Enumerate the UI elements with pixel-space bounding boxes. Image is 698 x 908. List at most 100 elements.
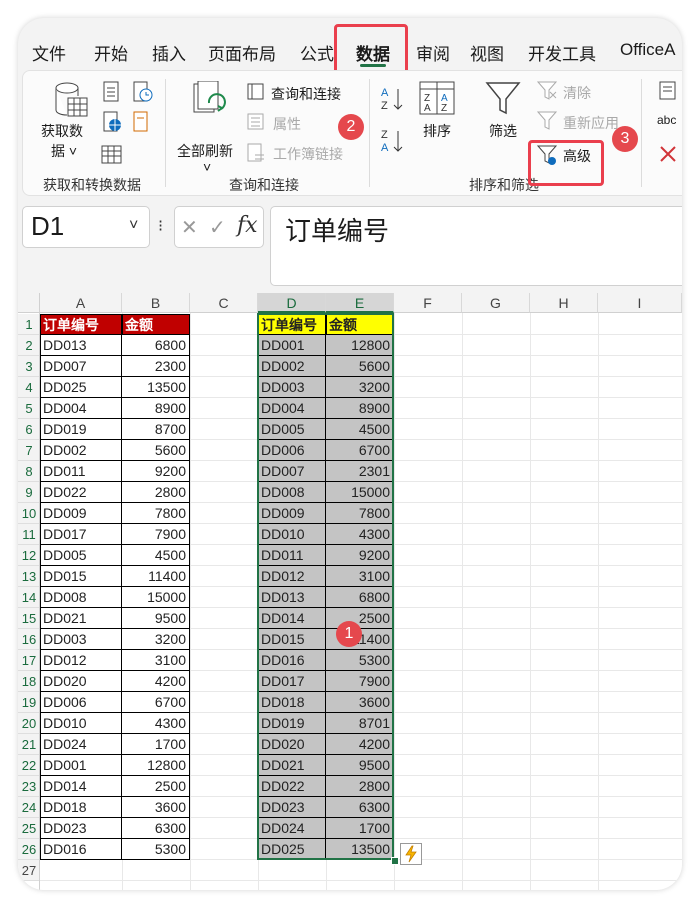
column-header-G[interactable]: G bbox=[462, 293, 530, 313]
row-header-9[interactable]: 9 bbox=[18, 482, 40, 503]
refresh-all-icon[interactable] bbox=[191, 80, 227, 126]
row-header-25[interactable]: 25 bbox=[18, 818, 40, 839]
left-table-amount-cell[interactable]: 3100 bbox=[122, 650, 190, 671]
row-header-13[interactable]: 13 bbox=[18, 566, 40, 587]
tab-1[interactable]: 开始 bbox=[94, 40, 128, 65]
row-header-15[interactable]: 15 bbox=[18, 608, 40, 629]
left-table-amount-cell[interactable]: 9500 bbox=[122, 608, 190, 629]
left-table-amount-cell[interactable]: 15000 bbox=[122, 587, 190, 608]
row-header-7[interactable]: 7 bbox=[18, 440, 40, 461]
row-header-23[interactable]: 23 bbox=[18, 776, 40, 797]
sort-button[interactable]: 排序 bbox=[423, 121, 451, 141]
row-header-19[interactable]: 19 bbox=[18, 692, 40, 713]
refresh-all-label[interactable]: 全部刷新 bbox=[177, 141, 233, 161]
insert-function-icon[interactable]: fx bbox=[237, 213, 258, 238]
worksheet-grid[interactable]: A B C D E F G H I 1 2 3 4 5 6 7 8 9 10 11 12 13 14 15 16 17 18 19 20… bbox=[18, 293, 682, 890]
tab-3[interactable]: 页面布局 bbox=[208, 40, 276, 65]
left-table-amount-cell[interactable]: 4200 bbox=[122, 671, 190, 692]
left-table-amount-cell[interactable]: 5300 bbox=[122, 839, 190, 860]
left-table-order-id-cell[interactable]: DD004 bbox=[40, 398, 122, 419]
left-table-amount-cell[interactable]: 4300 bbox=[122, 713, 190, 734]
queries-connections-icon[interactable] bbox=[247, 83, 265, 106]
left-table-amount-cell[interactable]: 5600 bbox=[122, 440, 190, 461]
cancel-icon[interactable]: ✕ bbox=[181, 215, 198, 240]
left-table-order-id-cell[interactable]: DD022 bbox=[40, 482, 122, 503]
left-table-amount-cell[interactable]: 11400 bbox=[122, 566, 190, 587]
row-header-20[interactable]: 20 bbox=[18, 713, 40, 734]
left-table-order-id-cell[interactable]: DD024 bbox=[40, 734, 122, 755]
left-table-amount-cell[interactable]: 2300 bbox=[122, 356, 190, 377]
left-table-amount-cell[interactable]: 9200 bbox=[122, 461, 190, 482]
column-header-C[interactable]: C bbox=[190, 293, 258, 313]
column-header-I[interactable]: I bbox=[598, 293, 682, 313]
left-table-order-id-cell[interactable]: DD013 bbox=[40, 335, 122, 356]
queries-connections-button[interactable]: 查询和连接 bbox=[271, 84, 341, 104]
properties-button[interactable]: 属性 bbox=[273, 114, 301, 134]
tab-0[interactable]: 文件 bbox=[32, 40, 66, 65]
row-header-12[interactable]: 12 bbox=[18, 545, 40, 566]
tab-7[interactable]: 视图 bbox=[470, 40, 504, 65]
left-table-amount-cell[interactable]: 1700 bbox=[122, 734, 190, 755]
name-box[interactable]: D1 ˅ bbox=[22, 206, 150, 248]
left-table-order-id-cell[interactable]: DD011 bbox=[40, 461, 122, 482]
text-to-columns-partial[interactable]: abc bbox=[657, 113, 676, 127]
row-header-27[interactable]: 27 bbox=[18, 860, 40, 881]
name-box-dropdown-icon[interactable]: ˅ bbox=[129, 217, 138, 235]
left-table-order-id-cell[interactable]: DD002 bbox=[40, 440, 122, 461]
left-table-amount-cell[interactable]: 2800 bbox=[122, 482, 190, 503]
left-table-order-id-cell[interactable]: DD005 bbox=[40, 545, 122, 566]
sort-az-icon[interactable]: AZ bbox=[381, 85, 405, 118]
formula-text[interactable]: 订单编号 bbox=[285, 211, 389, 248]
left-table-order-id-cell[interactable]: DD008 bbox=[40, 587, 122, 608]
row-header-14[interactable]: 14 bbox=[18, 587, 40, 608]
left-table-order-id-cell[interactable]: DD006 bbox=[40, 692, 122, 713]
left-table-amount-cell[interactable]: 2500 bbox=[122, 776, 190, 797]
quick-analysis-icon[interactable] bbox=[400, 843, 422, 865]
left-table-amount-cell[interactable]: 7800 bbox=[122, 503, 190, 524]
existing-connections-icon[interactable] bbox=[133, 111, 151, 138]
left-table-amount-cell[interactable]: 6800 bbox=[122, 335, 190, 356]
row-header-6[interactable]: 6 bbox=[18, 419, 40, 440]
left-table-amount-cell[interactable]: 8900 bbox=[122, 398, 190, 419]
sort-dialog-icon[interactable]: ZAAZ bbox=[419, 81, 455, 120]
tab-4[interactable]: 公式 bbox=[300, 40, 334, 65]
row-header-21[interactable]: 21 bbox=[18, 734, 40, 755]
from-table-icon[interactable] bbox=[101, 143, 123, 170]
left-table-order-id-cell[interactable]: DD016 bbox=[40, 839, 122, 860]
left-table-order-id-cell[interactable]: DD003 bbox=[40, 629, 122, 650]
left-table-amount-cell[interactable]: 3600 bbox=[122, 797, 190, 818]
left-table-order-id-cell[interactable]: DD001 bbox=[40, 755, 122, 776]
left-table-amount-cell[interactable]: 6300 bbox=[122, 818, 190, 839]
sort-za-icon[interactable]: ZA bbox=[381, 127, 405, 160]
row-header-2[interactable]: 2 bbox=[18, 335, 40, 356]
tab-9[interactable]: OfficeA bbox=[620, 40, 675, 60]
row-header-11[interactable]: 11 bbox=[18, 524, 40, 545]
row-header-26[interactable]: 26 bbox=[18, 839, 40, 860]
workbook-links-button[interactable]: 工作簿链接 bbox=[273, 144, 343, 164]
left-table-header-cell[interactable]: 金额 bbox=[122, 314, 190, 335]
left-table-amount-cell[interactable]: 13500 bbox=[122, 377, 190, 398]
row-header-22[interactable]: 22 bbox=[18, 755, 40, 776]
left-table-order-id-cell[interactable]: DD015 bbox=[40, 566, 122, 587]
reapply-button[interactable]: 重新应用 bbox=[563, 113, 619, 133]
column-header-B[interactable]: B bbox=[122, 293, 190, 313]
row-header-3[interactable]: 3 bbox=[18, 356, 40, 377]
column-header-F[interactable]: F bbox=[394, 293, 462, 313]
row-header-17[interactable]: 17 bbox=[18, 650, 40, 671]
row-header-16[interactable]: 16 bbox=[18, 629, 40, 650]
left-table-order-id-cell[interactable]: DD020 bbox=[40, 671, 122, 692]
row-header-1[interactable]: 1 bbox=[18, 314, 40, 335]
from-web-icon[interactable] bbox=[103, 111, 123, 138]
column-header-H[interactable]: H bbox=[530, 293, 598, 313]
left-table-order-id-cell[interactable]: DD010 bbox=[40, 713, 122, 734]
row-header-24[interactable]: 24 bbox=[18, 797, 40, 818]
left-table-order-id-cell[interactable]: DD012 bbox=[40, 650, 122, 671]
row-header-5[interactable]: 5 bbox=[18, 398, 40, 419]
select-all-corner[interactable] bbox=[18, 293, 40, 313]
left-table-order-id-cell[interactable]: DD018 bbox=[40, 797, 122, 818]
get-data-label-1[interactable]: 获取数 bbox=[41, 121, 83, 141]
left-table-order-id-cell[interactable]: DD019 bbox=[40, 419, 122, 440]
refresh-all-arrow[interactable]: ˅ bbox=[203, 159, 211, 175]
left-table-amount-cell[interactable]: 4500 bbox=[122, 545, 190, 566]
left-table-order-id-cell[interactable]: DD017 bbox=[40, 524, 122, 545]
